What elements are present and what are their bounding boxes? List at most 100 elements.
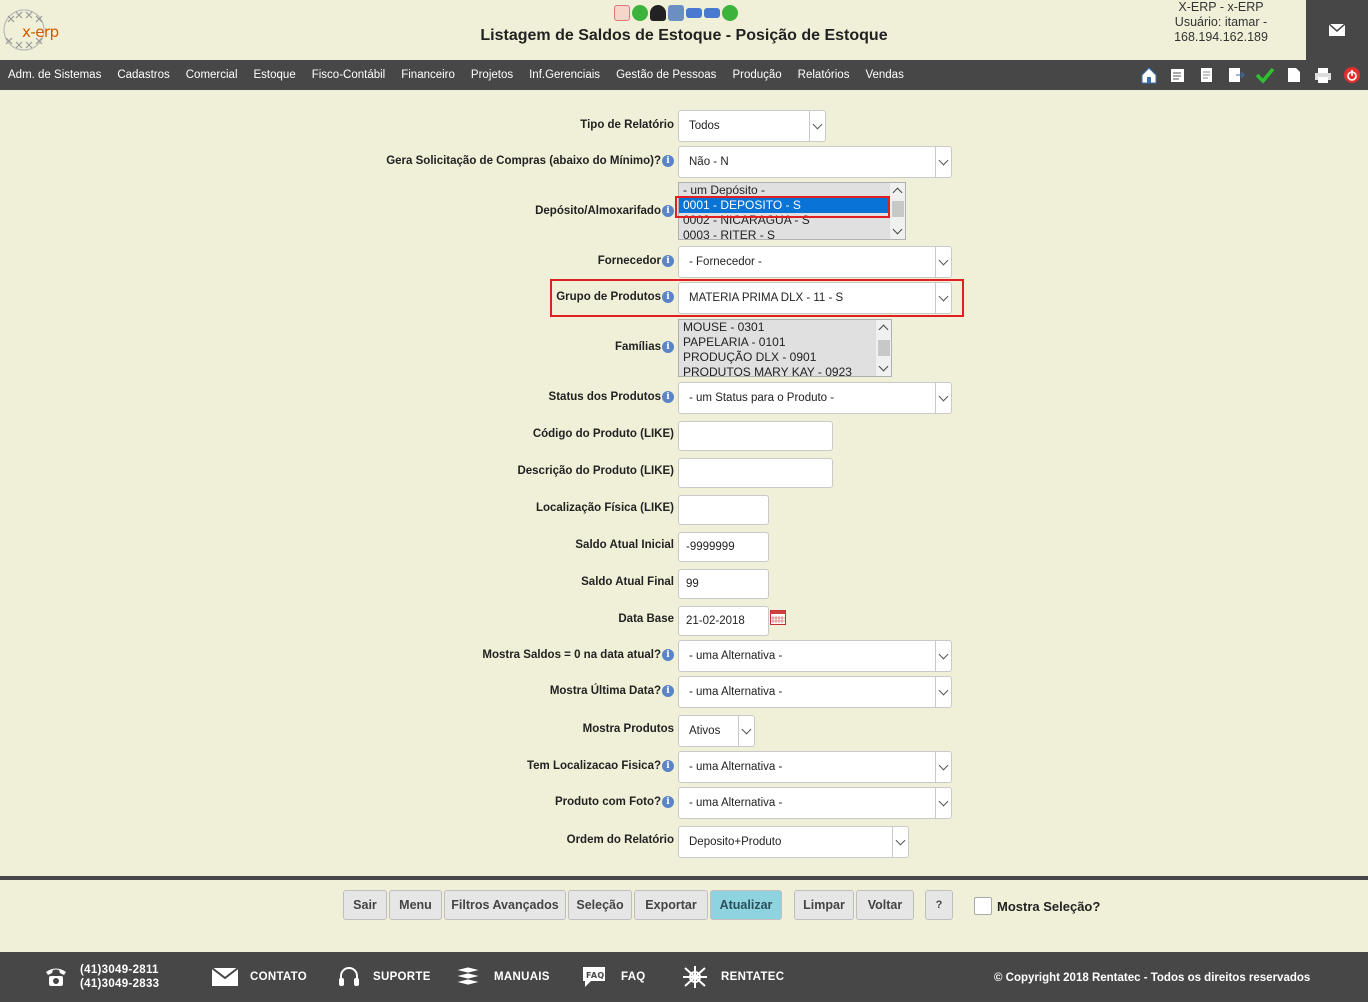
add-icon[interactable] xyxy=(632,5,648,21)
card-icon[interactable] xyxy=(686,8,702,18)
familia-option[interactable]: MOUSE - 0301 xyxy=(679,320,891,335)
calendar-icon[interactable] xyxy=(770,610,786,625)
export-doc-icon[interactable] xyxy=(1226,66,1246,84)
voltar-button[interactable]: Voltar xyxy=(856,890,914,920)
check-icon[interactable] xyxy=(1255,66,1275,84)
info-icon[interactable]: i xyxy=(662,760,674,772)
info-icon[interactable]: i xyxy=(662,205,674,217)
filtros-avancados-button[interactable]: Filtros Avançados xyxy=(444,890,566,920)
mostra-selecao-checkbox[interactable] xyxy=(974,897,992,915)
familia-option[interactable]: PRODUÇÃO DLX - 0901 xyxy=(679,350,891,365)
deposito-scrollbar[interactable] xyxy=(889,183,905,239)
nav-item[interactable]: Vendas xyxy=(857,69,911,81)
exportar-button[interactable]: Exportar xyxy=(634,890,708,920)
top-quick-icons xyxy=(614,4,738,22)
nav-item[interactable]: Cadastros xyxy=(109,69,177,81)
atualizar-button[interactable]: Atualizar xyxy=(710,890,782,920)
deposito-option[interactable]: 0003 - RITER - S xyxy=(679,228,905,239)
suporte-link[interactable]: SUPORTE xyxy=(373,971,431,983)
info-icon[interactable]: i xyxy=(662,649,674,661)
mostra-saldos-select[interactable]: - uma Alternativa - xyxy=(678,640,952,672)
nav-item[interactable]: Estoque xyxy=(246,69,304,81)
familias-scrollbar[interactable] xyxy=(875,320,891,376)
contato-link[interactable]: CONTATO xyxy=(250,971,307,983)
gera-solicitacao-select[interactable]: Não - N xyxy=(678,146,952,178)
produto-foto-label: Produto com Foto? i xyxy=(555,796,674,808)
document-edit-icon[interactable] xyxy=(1197,66,1217,84)
phone-icon xyxy=(46,968,66,986)
footer-contato[interactable]: CONTATO xyxy=(212,952,307,1002)
sair-button[interactable]: Sair xyxy=(343,890,387,920)
nav-item[interactable]: Inf.Gerenciais xyxy=(521,69,608,81)
footer-rentatec[interactable]: RENTATEC xyxy=(681,952,784,1002)
familia-option[interactable]: PRODUTOS MARY KAY - 0923 xyxy=(679,365,891,376)
user-icon[interactable] xyxy=(650,5,666,21)
info-icon[interactable]: i xyxy=(662,391,674,403)
footer-manuais[interactable]: MANUAIS xyxy=(454,952,550,1002)
rentatec-link[interactable]: RENTATEC xyxy=(721,971,784,983)
fornecedor-select[interactable]: - Fornecedor - xyxy=(678,246,952,278)
nav-item[interactable]: Projetos xyxy=(463,69,521,81)
phone-1: (41)3049-2811 xyxy=(80,964,159,976)
mail-button[interactable] xyxy=(1306,0,1368,60)
deposito-label: Depósito/Almoxarifado i xyxy=(535,205,674,217)
info-icon[interactable]: i xyxy=(662,155,674,167)
nav-item[interactable]: Gestão de Pessoas xyxy=(608,69,724,81)
info-icon[interactable]: i xyxy=(662,685,674,697)
help-button[interactable]: ? xyxy=(925,890,953,920)
mostra-produtos-select[interactable]: Ativos xyxy=(678,715,755,747)
codigo-produto-input[interactable] xyxy=(678,421,833,451)
new-doc-icon[interactable] xyxy=(1284,66,1304,84)
selecao-button[interactable]: Seleção xyxy=(568,890,632,920)
nav-item[interactable]: Fisco-Contábil xyxy=(304,69,394,81)
faq-link[interactable]: FAQ xyxy=(621,971,646,983)
mostra-produtos-value: Ativos xyxy=(689,725,721,737)
tem-localizacao-select[interactable]: - uma Alternativa - xyxy=(678,751,952,783)
tem-localizacao-value: - uma Alternativa - xyxy=(689,761,783,773)
mostra-ultima-data-select[interactable]: - uma Alternativa - xyxy=(678,676,952,708)
info-icon[interactable]: i xyxy=(662,796,674,808)
status-produtos-select[interactable]: - um Status para o Produto - xyxy=(678,382,952,414)
data-base-input[interactable]: 21-02-2018 xyxy=(678,606,769,636)
add2-icon[interactable] xyxy=(722,5,738,21)
info-icon[interactable]: i xyxy=(662,341,674,353)
ordem-label: Ordem do Relatório xyxy=(566,834,674,846)
nav-item[interactable]: Financeiro xyxy=(393,69,463,81)
saldo-inicial-input[interactable]: -9999999 xyxy=(678,532,769,562)
envelope-icon xyxy=(212,968,238,986)
familia-option[interactable]: PAPELARIA - 0101 xyxy=(679,335,891,350)
report-icon[interactable] xyxy=(614,5,630,21)
manuais-link[interactable]: MANUAIS xyxy=(494,971,550,983)
transfer-icon[interactable] xyxy=(668,5,684,21)
nav-item[interactable]: Produção xyxy=(724,69,789,81)
saldo-inicial-label: Saldo Atual Inicial xyxy=(575,539,674,551)
nav-item[interactable]: Relatórios xyxy=(790,69,858,81)
localizacao-input[interactable] xyxy=(678,495,769,525)
footer-phones: (41)3049-2811 (41)3049-2833 xyxy=(44,952,159,1002)
mostra-produtos-label: Mostra Produtos xyxy=(582,723,674,735)
descricao-produto-input[interactable] xyxy=(678,458,833,488)
chevron-down-icon xyxy=(738,716,754,746)
tipo-relatorio-select[interactable]: Todos xyxy=(678,110,826,142)
card2-icon[interactable] xyxy=(704,8,720,18)
svg-text:FAQ: FAQ xyxy=(586,971,604,980)
nav-item[interactable]: Comercial xyxy=(178,69,246,81)
mostra-saldos-value: - uma Alternativa - xyxy=(689,650,783,662)
menu-button[interactable]: Menu xyxy=(389,890,442,920)
info-icon[interactable]: i xyxy=(662,255,674,267)
produto-foto-select[interactable]: - uma Alternativa - xyxy=(678,787,952,819)
saldo-final-input[interactable]: 99 xyxy=(678,569,769,599)
tipo-relatorio-value: Todos xyxy=(689,120,720,132)
home-icon[interactable] xyxy=(1139,66,1159,84)
familias-listbox[interactable]: MOUSE - 0301 PAPELARIA - 0101 PRODUÇÃO D… xyxy=(678,319,892,377)
ordem-select[interactable]: Deposito+Produto xyxy=(678,826,909,858)
power-icon[interactable] xyxy=(1342,66,1362,84)
footer-suporte[interactable]: SUPORTE xyxy=(337,952,431,1002)
gera-solicitacao-value: Não - N xyxy=(689,156,729,168)
footer-faq[interactable]: FAQ FAQ xyxy=(581,952,646,1002)
nav-item[interactable]: Adm. de Sistemas xyxy=(0,69,109,81)
edit-list-icon[interactable] xyxy=(1168,66,1188,84)
limpar-button[interactable]: Limpar xyxy=(794,890,854,920)
print-icon[interactable] xyxy=(1313,66,1333,84)
chevron-down-icon xyxy=(935,677,951,707)
